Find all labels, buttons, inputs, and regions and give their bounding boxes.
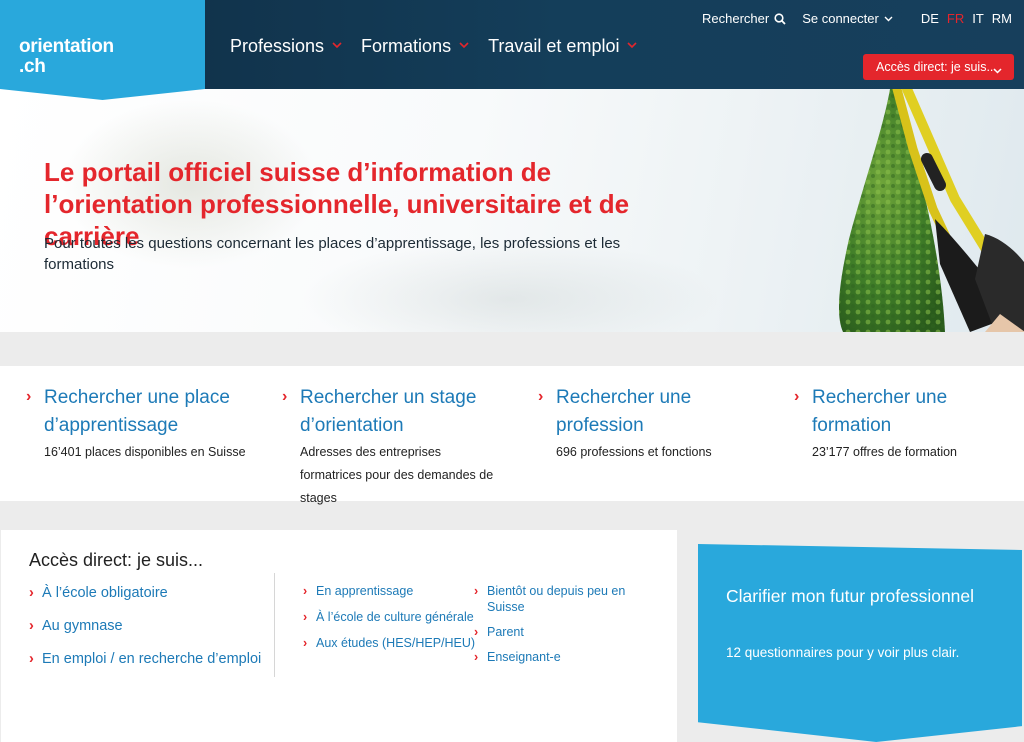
career-clarification-banner[interactable]: Clarifier mon futur professionnel 12 que… [698,544,1022,742]
arrow-right-icon: › [303,584,308,598]
quick-link-text: Rechercher une place d’apprentissage [44,387,230,436]
arrow-right-icon: › [303,610,308,624]
quick-link-apprenticeship[interactable]: › Rechercher une place d’apprentissage 1… [26,384,284,464]
quick-link-training[interactable]: › Rechercher une formation 23’177 offres… [794,384,1024,464]
audience-label: Bientôt ou depuis peu en Suisse [487,584,626,614]
nav-label: Professions [230,36,325,56]
logo-text-main: orientation [19,36,114,57]
audience-list-main: › À l’école obligatoire › Au gymnase › En e… [29,584,261,683]
quick-link-text: Rechercher un stage d’orientation [300,387,477,436]
audience-label: En emploi / en recherche d’emploi [42,651,262,667]
chevron-down-icon [459,42,469,51]
chevron-down-icon [627,42,638,51]
panel-title: Accès direct: je suis... [29,550,204,570]
banner-background[interactable] [698,544,1022,742]
direct-access-button[interactable]: Accès direct: je suis... [863,54,1014,80]
nav-label: Formations [361,36,452,56]
arrow-right-icon: › [538,388,544,405]
audience-link-nouveau-suisse[interactable]: › Bientôt ou depuis peu en Suisse [474,583,637,615]
audience-label: À l’école de culture générale [316,610,474,624]
site-header: orientation .ch Professions Formations T… [0,0,1024,100]
audience-label: À l’école obligatoire [42,585,168,601]
audience-link-ecole-obligatoire[interactable]: › À l’école obligatoire [29,584,261,617]
banner-text: 12 questionnaires pour y voir plus clair… [726,645,960,660]
audience-label: Au gymnase [42,618,123,634]
audience-link-parent[interactable]: › Parent [474,624,637,640]
quick-link-title[interactable]: › Rechercher une formation [794,384,1024,440]
search-icon [774,12,786,25]
audience-link-emploi[interactable]: › En emploi / en recherche d’emploi [29,650,261,683]
language-it[interactable]: IT [972,11,984,26]
audience-label: Aux études (HES/HEP/HEU) [316,636,476,650]
arrow-right-icon: › [26,388,32,405]
quick-link-profession[interactable]: › Rechercher une profession 696 professi… [538,384,796,464]
quick-link-title[interactable]: › Rechercher une place d’apprentissage [26,384,284,440]
audience-list-tertiary: › Bientôt ou depuis peu en Suisse › Parent… [474,583,637,674]
chevron-down-icon [993,63,1002,77]
arrow-right-icon: › [474,625,479,639]
quick-links: › Rechercher une place d’apprentissage 1… [0,366,1024,505]
quick-link-title[interactable]: › Rechercher une profession [538,384,796,440]
hedge-trimming-image [838,89,1024,332]
main-navigation: Professions Formations Travail et emploi [230,36,656,57]
direct-access-label: Accès direct: je suis... [876,60,997,74]
audience-list-secondary: › En apprentissage › À l’école de culture … [303,583,475,661]
login-link[interactable]: Se connecter [802,11,893,26]
quick-link-description: Adresses des entreprises formatrices pou… [300,445,494,505]
language-fr[interactable]: FR [947,11,964,26]
site-logo[interactable]: orientation .ch [0,0,205,100]
arrow-right-icon: › [282,388,288,405]
nav-item-professions[interactable]: Professions [230,36,342,57]
language-rm[interactable]: RM [992,11,1012,26]
divider [274,573,275,677]
audience-label: Parent [487,625,524,639]
quick-link-description: 23’177 offres de formation [812,445,958,459]
search-link[interactable]: Rechercher [702,11,786,26]
search-label: Rechercher [702,11,770,26]
language-de[interactable]: DE [921,11,939,26]
login-label: Se connecter [802,11,879,26]
logo-text-domain: .ch [19,56,46,77]
nav-item-formations[interactable]: Formations [361,36,469,57]
audience-link-apprentissage[interactable]: › En apprentissage [303,583,475,609]
arrow-right-icon: › [474,584,479,598]
hero-banner: Le portail officiel suisse d’information… [0,89,1024,332]
quick-link-text: Rechercher une formation [812,387,948,436]
nav-label: Travail et emploi [488,36,620,56]
arrow-right-icon: › [29,618,34,634]
arrow-right-icon: › [474,650,479,664]
arrow-right-icon: › [303,636,308,650]
audience-link-etudes[interactable]: › Aux études (HES/HEP/HEU) [303,635,475,661]
language-switcher: DE FR IT RM [913,11,1012,26]
quick-link-description: 16’401 places disponibles en Suisse [44,445,246,459]
hero-subtitle: Pour toutes les questions concernant les… [44,235,621,273]
audience-label: Enseignant-e [487,650,561,664]
quick-link-description: 696 professions et fonctions [556,445,712,459]
banner-title: Clarifier mon futur professionnel [726,586,975,606]
arrow-right-icon: › [794,388,800,405]
direct-access-panel: Accès direct: je suis... › À l’école obli… [1,530,677,742]
quick-link-title[interactable]: › Rechercher un stage d’orientation [282,384,540,440]
audience-label: En apprentissage [316,584,414,598]
quick-link-internship[interactable]: › Rechercher un stage d’orientation Adre… [282,384,540,510]
top-utility-bar: Rechercher Se connecter DE FR IT RM [686,11,1012,26]
audience-link-gymnase[interactable]: › Au gymnase [29,617,261,650]
arrow-right-icon: › [29,651,34,667]
chevron-down-icon [332,42,342,51]
nav-item-travail-emploi[interactable]: Travail et emploi [488,36,638,57]
audience-link-culture-generale[interactable]: › À l’école de culture générale [303,609,475,635]
quick-link-text: Rechercher une profession [556,387,692,436]
chevron-down-icon [884,16,893,22]
audience-link-enseignant[interactable]: › Enseignant-e [474,649,637,665]
arrow-right-icon: › [29,585,34,601]
